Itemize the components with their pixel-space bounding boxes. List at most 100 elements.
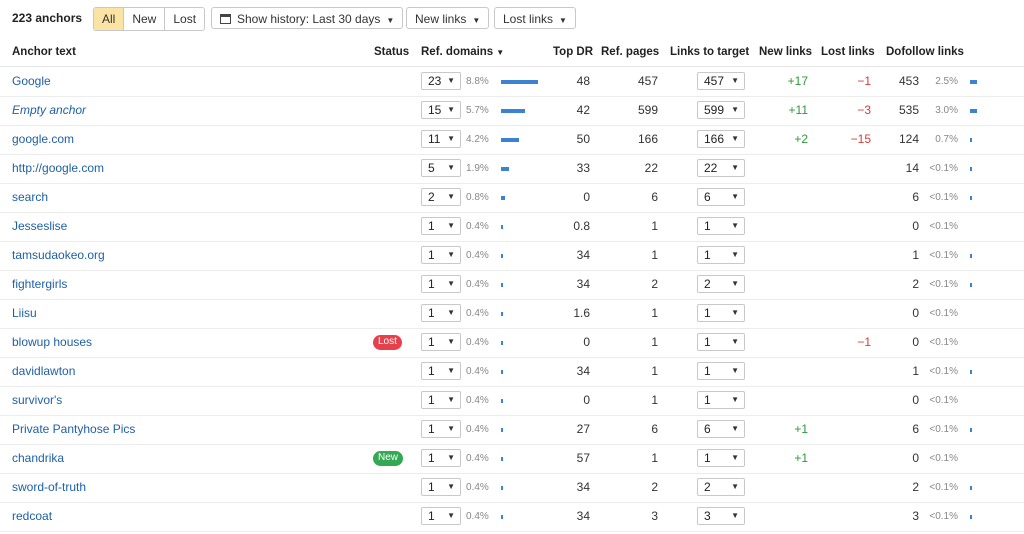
- ref-domains-bar: [501, 196, 505, 200]
- ref-domains-dropdown[interactable]: 1 ▼: [421, 362, 461, 380]
- ref-domains-dropdown[interactable]: 1 ▼: [421, 217, 461, 235]
- col-dofollow-links[interactable]: Dofollow links: [886, 46, 964, 58]
- links-to-target-dropdown[interactable]: 1 ▼: [697, 304, 745, 322]
- dofollow-percent: <0.1%: [929, 453, 958, 464]
- top-dr-value: 34: [576, 480, 590, 494]
- anchor-link[interactable]: davidlawton: [12, 357, 75, 386]
- table-row: fightergirls 1 ▼ 0.4% 34 2 2 ▼ 2 <0.1%: [0, 270, 1024, 300]
- ref-domains-percent: 0.8%: [466, 192, 489, 203]
- anchor-link[interactable]: google.com: [12, 125, 74, 154]
- col-top-dr[interactable]: Top DR: [553, 46, 593, 58]
- table-row: sword-of-truth 1 ▼ 0.4% 34 2 2 ▼ 2 <0.1%: [0, 473, 1024, 503]
- col-status[interactable]: Status: [374, 46, 409, 58]
- anchor-link[interactable]: survivor's: [12, 386, 62, 415]
- ref-domains-dropdown[interactable]: 5 ▼: [421, 159, 461, 177]
- anchor-link[interactable]: Private Pantyhose Pics: [12, 415, 135, 444]
- ref-domains-dropdown[interactable]: 15 ▼: [421, 101, 461, 119]
- filter-lost-button[interactable]: Lost: [164, 8, 205, 30]
- ref-domains-dropdown[interactable]: 1 ▼: [421, 391, 461, 409]
- chevron-down-icon: ▼: [731, 105, 739, 114]
- links-to-target-dropdown[interactable]: 6 ▼: [697, 420, 745, 438]
- ref-pages-value: 457: [637, 74, 658, 88]
- anchor-link[interactable]: sword-of-truth: [12, 473, 86, 502]
- links-to-target-dropdown[interactable]: 166 ▼: [697, 130, 745, 148]
- ref-domains-dropdown[interactable]: 2 ▼: [421, 188, 461, 206]
- anchor-link[interactable]: tamsudaokeo.org: [12, 241, 105, 270]
- ref-pages-value: 6: [651, 422, 658, 436]
- lost-links-dropdown[interactable]: Lost links ▼: [494, 7, 576, 29]
- col-ref-domains-label: Ref. domains: [421, 46, 494, 58]
- links-to-target-dropdown[interactable]: 3 ▼: [697, 507, 745, 525]
- anchor-link[interactable]: chandrika: [12, 444, 64, 473]
- links-to-target-dropdown[interactable]: 1 ▼: [697, 362, 745, 380]
- anchor-link[interactable]: search: [12, 183, 48, 212]
- lost-links-value: −15: [850, 132, 871, 146]
- links-to-target-dropdown[interactable]: 1 ▼: [697, 333, 745, 351]
- dofollow-percent: 2.5%: [935, 76, 958, 87]
- col-ref-domains[interactable]: Ref. domains ▼: [421, 46, 504, 58]
- links-to-target-dropdown[interactable]: 457 ▼: [697, 72, 745, 90]
- ref-domains-dropdown[interactable]: 23 ▼: [421, 72, 461, 90]
- links-to-target-dropdown[interactable]: 1 ▼: [697, 246, 745, 264]
- anchor-link[interactable]: redcoat: [12, 502, 52, 531]
- table-row: Liisu 1 ▼ 0.4% 1.6 1 1 ▼ 0 <0.1%: [0, 299, 1024, 329]
- filter-new-button[interactable]: New: [123, 8, 165, 30]
- chevron-down-icon: ▼: [447, 105, 455, 114]
- top-dr-value: 48: [576, 74, 590, 88]
- anchor-link[interactable]: Google: [12, 67, 51, 96]
- dofollow-bar: [970, 515, 972, 519]
- links-to-target-dropdown[interactable]: 22 ▼: [697, 159, 745, 177]
- new-links-dropdown[interactable]: New links ▼: [406, 7, 490, 29]
- ref-pages-value: 1: [651, 248, 658, 262]
- links-to-target-dropdown[interactable]: 599 ▼: [697, 101, 745, 119]
- links-to-target-value: 6: [704, 422, 711, 436]
- chevron-down-icon: ▼: [447, 366, 455, 375]
- ref-domains-dropdown[interactable]: 1 ▼: [421, 420, 461, 438]
- col-anchor-text[interactable]: Anchor text: [12, 46, 76, 58]
- ref-domains-dropdown[interactable]: 1 ▼: [421, 304, 461, 322]
- table-header: Anchor text Status Ref. domains ▼ Top DR …: [0, 40, 1024, 67]
- top-dr-value: 42: [576, 103, 590, 117]
- col-ref-pages[interactable]: Ref. pages: [601, 46, 659, 58]
- ref-domains-dropdown[interactable]: 1 ▼: [421, 246, 461, 264]
- anchor-link[interactable]: Liisu: [12, 299, 37, 328]
- anchor-link[interactable]: blowup houses: [12, 328, 92, 357]
- anchor-link[interactable]: fightergirls: [12, 270, 67, 299]
- top-dr-value: 0: [583, 335, 590, 349]
- links-to-target-dropdown[interactable]: 1 ▼: [697, 391, 745, 409]
- ref-domains-value: 15: [428, 103, 442, 117]
- ref-domains-dropdown[interactable]: 11 ▼: [421, 130, 461, 148]
- links-to-target-dropdown[interactable]: 1 ▼: [697, 217, 745, 235]
- chevron-down-icon: ▼: [447, 482, 455, 491]
- col-lost-links[interactable]: Lost links: [821, 46, 875, 58]
- table-row: tamsudaokeo.org 1 ▼ 0.4% 34 1 1 ▼ 1 <0.1%: [0, 241, 1024, 271]
- dofollow-value: 14: [905, 161, 919, 175]
- ref-domains-dropdown[interactable]: 1 ▼: [421, 507, 461, 525]
- col-links-to-target[interactable]: Links to target: [670, 46, 749, 58]
- ref-domains-dropdown[interactable]: 1 ▼: [421, 449, 461, 467]
- dofollow-percent: <0.1%: [929, 366, 958, 377]
- anchor-link[interactable]: Jesseslise: [12, 212, 67, 241]
- links-to-target-dropdown[interactable]: 6 ▼: [697, 188, 745, 206]
- anchor-link[interactable]: Empty anchor: [12, 96, 86, 125]
- chevron-down-icon: ▼: [447, 453, 455, 462]
- history-dropdown[interactable]: Show history: Last 30 days ▼: [211, 7, 404, 29]
- col-new-links[interactable]: New links: [759, 46, 812, 58]
- links-to-target-dropdown[interactable]: 1 ▼: [697, 449, 745, 467]
- ref-domains-percent: 4.2%: [466, 134, 489, 145]
- dofollow-percent: 3.0%: [935, 105, 958, 116]
- links-to-target-dropdown[interactable]: 2 ▼: [697, 478, 745, 496]
- chevron-down-icon: ▼: [731, 482, 739, 491]
- anchor-link[interactable]: http://google.com: [12, 154, 104, 183]
- status-filter: All New Lost: [93, 7, 206, 31]
- ref-pages-value: 22: [644, 161, 658, 175]
- ref-domains-dropdown[interactable]: 1 ▼: [421, 333, 461, 351]
- ref-domains-dropdown[interactable]: 1 ▼: [421, 275, 461, 293]
- dofollow-bar: [970, 428, 972, 432]
- links-to-target-dropdown[interactable]: 2 ▼: [697, 275, 745, 293]
- links-to-target-value: 22: [704, 161, 718, 175]
- links-to-target-value: 6: [704, 190, 711, 204]
- ref-domains-dropdown[interactable]: 1 ▼: [421, 478, 461, 496]
- filter-all-button[interactable]: All: [94, 8, 124, 30]
- table-row: search 2 ▼ 0.8% 0 6 6 ▼ 6 <0.1%: [0, 183, 1024, 213]
